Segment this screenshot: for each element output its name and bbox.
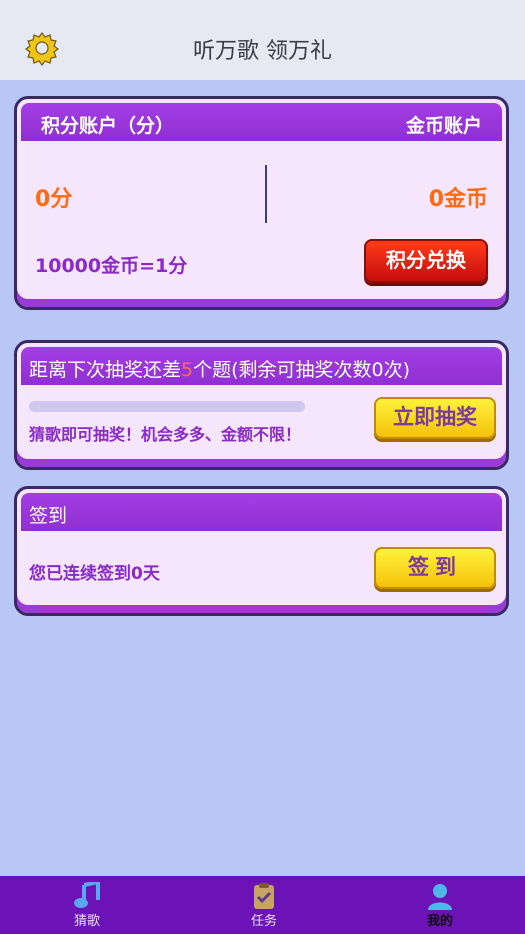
- bottom-nav: 猜歌 任务 我的: [0, 876, 525, 934]
- lottery-status-text: 距离下次抽奖还差5个题(剩余可抽奖次数0次): [29, 355, 410, 382]
- nav-item-guess-song[interactable]: 猜歌: [47, 882, 127, 929]
- signin-button[interactable]: 签到: [374, 547, 496, 589]
- exchange-rate: 10000金币=1分: [35, 255, 188, 277]
- points-account-title: 积分账户（分）: [41, 115, 175, 137]
- lottery-card-header: 距离下次抽奖还差5个题(剩余可抽奖次数0次): [21, 347, 502, 385]
- lottery-status-prefix: 距离下次抽奖还差: [29, 359, 182, 381]
- lottery-card: 距离下次抽奖还差5个题(剩余可抽奖次数0次) 猜歌即可抽奖！机会多多、金额不限！…: [14, 340, 509, 470]
- signin-card: 签到 您已连续签到0天 签到: [14, 486, 509, 616]
- clipboard-check-icon: [254, 883, 274, 909]
- signin-card-header: 签到: [21, 493, 502, 531]
- points-account-card: 积分账户（分） 金币账户 0分 0金币 10000金币=1分 积分兑换: [14, 96, 509, 310]
- coins-value: 0金币: [428, 187, 488, 212]
- nav-item-mine[interactable]: 我的: [400, 882, 480, 929]
- nav-label-tasks: 任务: [250, 914, 277, 929]
- points-card-header: 积分账户（分） 金币账户: [21, 103, 502, 141]
- points-exchange-button[interactable]: 积分兑换: [364, 239, 488, 283]
- nav-label-guess-song: 猜歌: [73, 914, 100, 929]
- top-bar: 听万歌 领万礼: [0, 0, 525, 80]
- lottery-progress-bar: [29, 401, 305, 412]
- nav-label-mine: 我的: [426, 914, 453, 929]
- music-note-icon: [74, 882, 100, 908]
- lottery-tip: 猜歌即可抽奖！机会多多、金额不限！: [29, 425, 302, 444]
- divider: [265, 165, 267, 223]
- page-title: 听万歌 领万礼: [193, 39, 332, 64]
- signin-streak-text: 您已连续签到0天: [29, 564, 160, 584]
- lottery-status-suffix: 个题(剩余可抽奖次数0次): [193, 359, 411, 381]
- nav-item-tasks[interactable]: 任务: [224, 882, 304, 929]
- signin-title: 签到: [29, 505, 68, 527]
- user-icon: [428, 884, 452, 910]
- questions-remaining-count: 5: [181, 359, 194, 381]
- coins-account-title: 金币账户: [405, 115, 482, 137]
- draw-now-button[interactable]: 立即抽奖: [374, 397, 496, 439]
- points-value: 0分: [35, 187, 73, 212]
